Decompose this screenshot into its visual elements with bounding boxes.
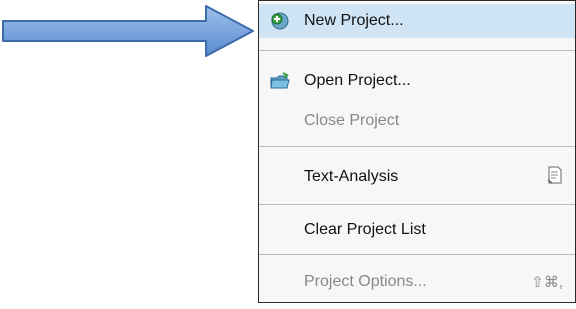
menu-item-label: Clear Project List <box>304 221 426 238</box>
menu-item-clear-project-list[interactable]: Clear Project List <box>259 213 575 247</box>
menu-separator <box>259 50 575 51</box>
shortcut-label: ⇧⌘, <box>531 274 563 291</box>
menu-item-close-project[interactable]: Close Project <box>259 104 575 138</box>
text-analysis-icon <box>547 166 563 188</box>
menu-separator <box>259 254 575 255</box>
menu-item-label: New Project... <box>304 12 404 29</box>
menu-item-label: Open Project... <box>304 72 411 89</box>
menu-separator <box>259 204 575 205</box>
menu-item-label: Text-Analysis <box>304 168 399 185</box>
menu-item-text-analysis[interactable]: Text-Analysis <box>259 160 575 194</box>
menu-item-open-project[interactable]: Open Project... <box>259 64 575 98</box>
menu-separator <box>259 146 575 147</box>
project-menu: New Project... Open Project... Close Pro… <box>258 0 576 303</box>
new-project-icon <box>269 11 291 31</box>
menu-item-project-options[interactable]: Project Options... ⇧⌘, <box>259 265 575 299</box>
pointer-arrow <box>2 5 254 57</box>
menu-item-new-project[interactable]: New Project... <box>259 4 575 38</box>
open-project-icon <box>269 71 291 91</box>
menu-item-label: Project Options... <box>304 273 427 290</box>
menu-item-label: Close Project <box>304 112 400 129</box>
